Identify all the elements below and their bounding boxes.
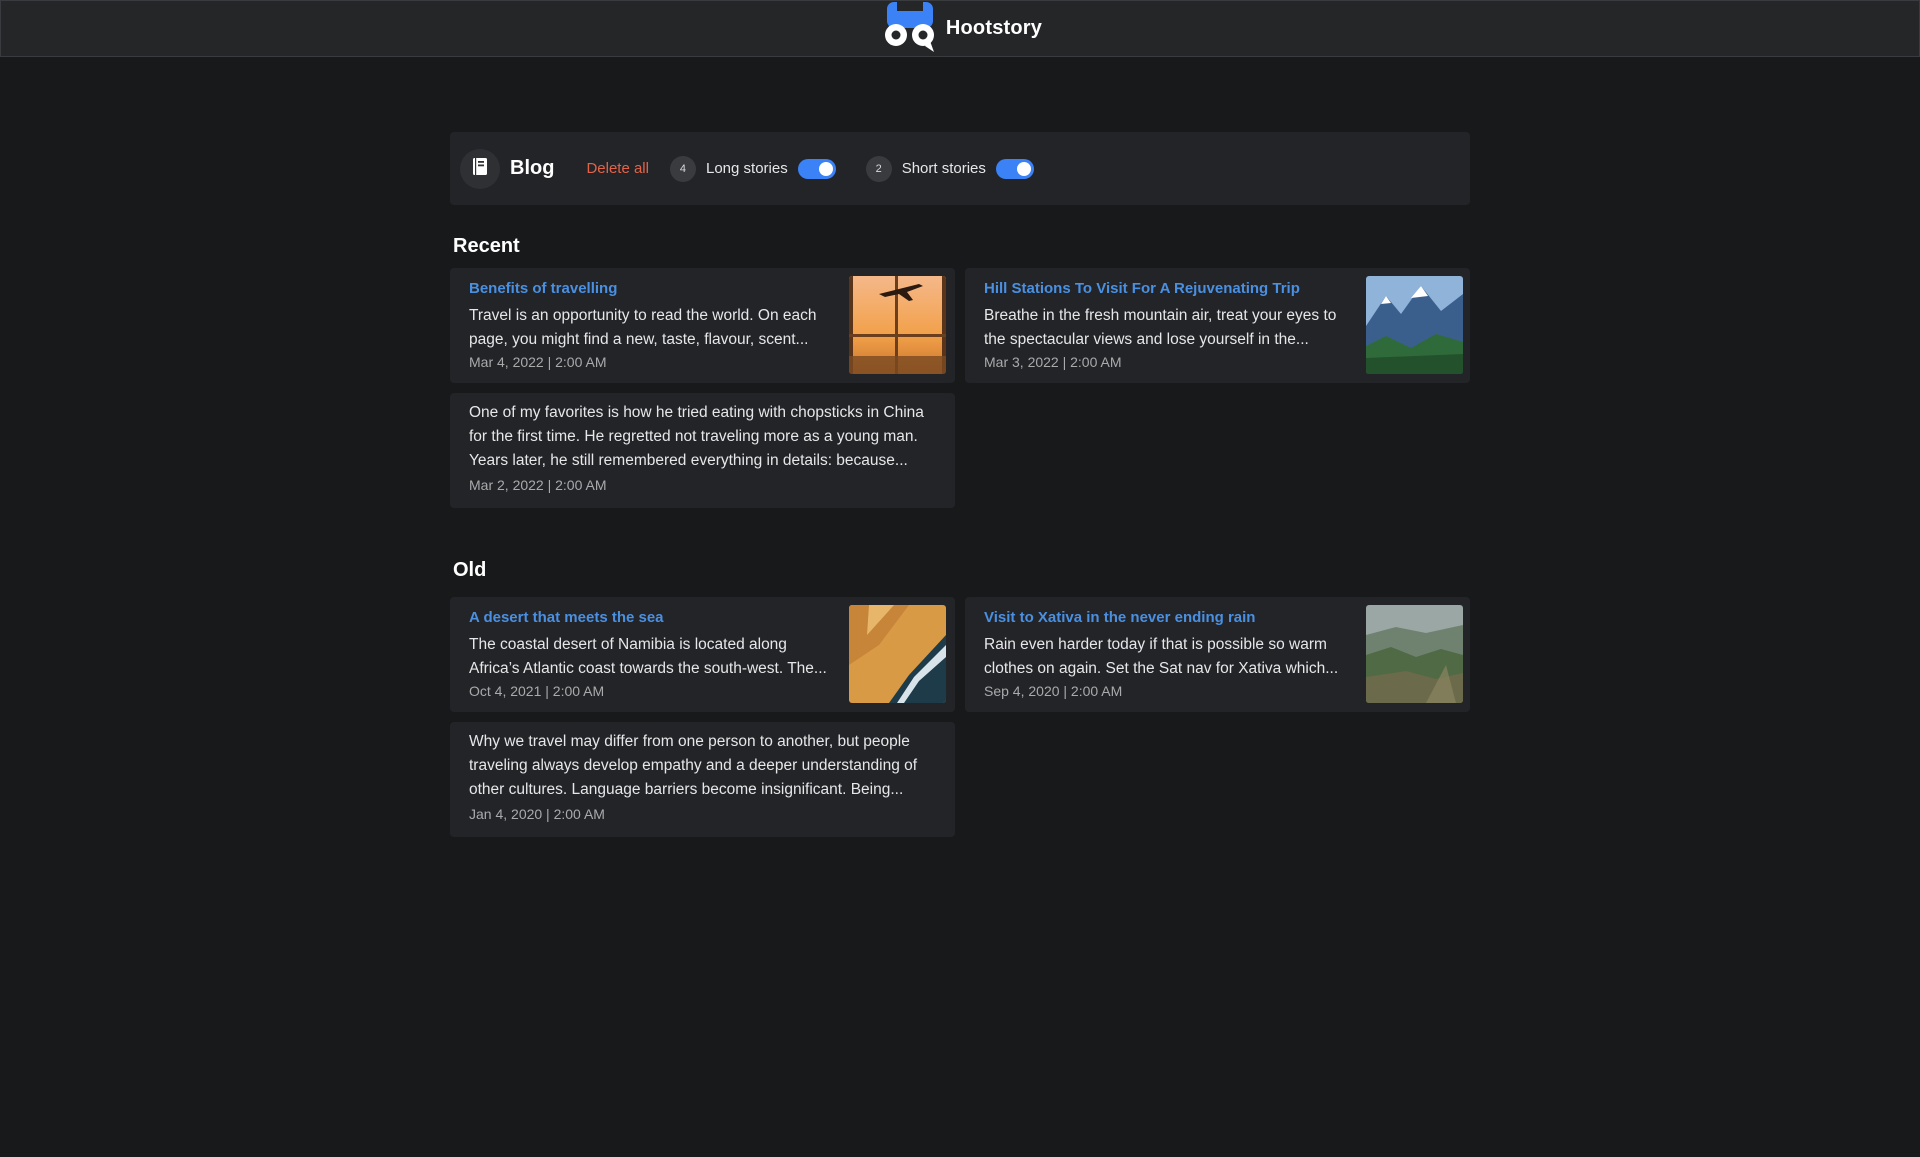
story-thumbnail — [849, 276, 946, 374]
story-text: Benefits of travelling Travel is an oppo… — [469, 280, 817, 370]
story-date: Mar 4, 2022 | 2:00 AM — [469, 354, 607, 370]
story-title[interactable]: A desert that meets the sea — [469, 609, 827, 626]
story-card[interactable]: Why we travel may differ from one person… — [450, 722, 955, 837]
toggle-knob — [1016, 161, 1031, 176]
story-text: Visit to Xativa in the never ending rain… — [984, 609, 1338, 699]
excerpt-line: page, you might find a new, taste, flavo… — [469, 331, 809, 348]
story-excerpt: Rain even harder today if that is possib… — [984, 633, 1338, 681]
story-excerpt: Breathe in the fresh mountain air, treat… — [984, 304, 1336, 352]
story-date: Sep 4, 2020 | 2:00 AM — [984, 683, 1123, 699]
story-card[interactable]: A desert that meets the sea The coastal … — [450, 597, 955, 712]
top-bar: Hootstory — [0, 0, 1920, 57]
excerpt-line: the spectacular views and lose yourself … — [984, 331, 1309, 348]
section-title-recent: Recent — [453, 235, 520, 257]
excerpt-line: Africa’s Atlantic coast towards the sout… — [469, 660, 827, 677]
story-excerpt: Why we travel may differ from one person… — [469, 730, 917, 802]
story-title[interactable]: Benefits of travelling — [469, 280, 817, 297]
excerpt-line: Rain even harder today if that is possib… — [984, 636, 1327, 653]
story-thumbnail — [849, 605, 946, 703]
long-stories-toggle[interactable] — [797, 158, 836, 179]
story-excerpt: Travel is an opportunity to read the wor… — [469, 304, 817, 352]
excerpt-line: The coastal desert of Namibia is located… — [469, 636, 787, 653]
story-thumbnail — [1366, 605, 1463, 703]
long-stories-label: Long stories — [705, 160, 788, 177]
app-name: Hootstory — [945, 17, 1043, 39]
short-stories-label: Short stories — [901, 160, 986, 177]
page-title: Blog — [510, 157, 555, 179]
excerpt-line: Travel is an opportunity to read the wor… — [469, 307, 817, 324]
blog-toolbar: Blog Delete all 4 Long stories 2 Short s… — [450, 132, 1470, 205]
story-title[interactable]: Hill Stations To Visit For A Rejuvenatin… — [984, 280, 1336, 297]
excerpt-line: Years later, he still remembered everyth… — [469, 452, 908, 469]
story-card[interactable]: Benefits of travelling Travel is an oppo… — [450, 268, 955, 383]
short-stories-toggle[interactable] — [995, 158, 1034, 179]
story-card[interactable]: Hill Stations To Visit For A Rejuvenatin… — [965, 268, 1470, 383]
story-text: Why we travel may differ from one person… — [469, 730, 917, 822]
book-icon — [473, 157, 487, 180]
owl-logo-icon — [878, 0, 940, 58]
story-date: Oct 4, 2021 | 2:00 AM — [469, 683, 605, 699]
excerpt-line: clothes on again. Set the Sat nav for Xa… — [984, 660, 1339, 677]
excerpt-line: traveling always develop empathy and a d… — [469, 757, 918, 774]
story-date: Jan 4, 2020 | 2:00 AM — [469, 806, 605, 822]
story-card[interactable]: One of my favorites is how he tried eati… — [450, 393, 955, 508]
excerpt-line: other cultures. Language barriers become… — [469, 781, 904, 798]
short-stories-filter: 2 Short stories — [865, 155, 1034, 182]
story-card[interactable]: Visit to Xativa in the never ending rain… — [965, 597, 1470, 712]
section-title-old: Old — [453, 559, 487, 581]
toggle-knob — [818, 161, 833, 176]
excerpt-line: for the first time. He regretted not tra… — [469, 428, 918, 445]
blog-icon-button — [460, 148, 500, 189]
delete-all-button[interactable]: Delete all — [586, 160, 649, 177]
story-text: Hill Stations To Visit For A Rejuvenatin… — [984, 280, 1336, 370]
story-excerpt: The coastal desert of Namibia is located… — [469, 633, 827, 681]
story-text: A desert that meets the sea The coastal … — [469, 609, 827, 699]
story-date: Mar 3, 2022 | 2:00 AM — [984, 354, 1122, 370]
long-stories-filter: 4 Long stories — [669, 155, 836, 182]
long-stories-count: 4 — [669, 155, 696, 182]
story-excerpt: One of my favorites is how he tried eati… — [469, 401, 924, 473]
story-thumbnail — [1366, 276, 1463, 374]
story-title[interactable]: Visit to Xativa in the never ending rain — [984, 609, 1338, 626]
excerpt-line: Breathe in the fresh mountain air, treat… — [984, 307, 1337, 324]
brand[interactable]: Hootstory — [878, 0, 1042, 58]
story-text: One of my favorites is how he tried eati… — [469, 401, 924, 493]
excerpt-line: One of my favorites is how he tried eati… — [469, 404, 924, 421]
short-stories-count: 2 — [865, 155, 892, 182]
story-date: Mar 2, 2022 | 2:00 AM — [469, 477, 607, 493]
excerpt-line: Why we travel may differ from one person… — [469, 733, 910, 750]
